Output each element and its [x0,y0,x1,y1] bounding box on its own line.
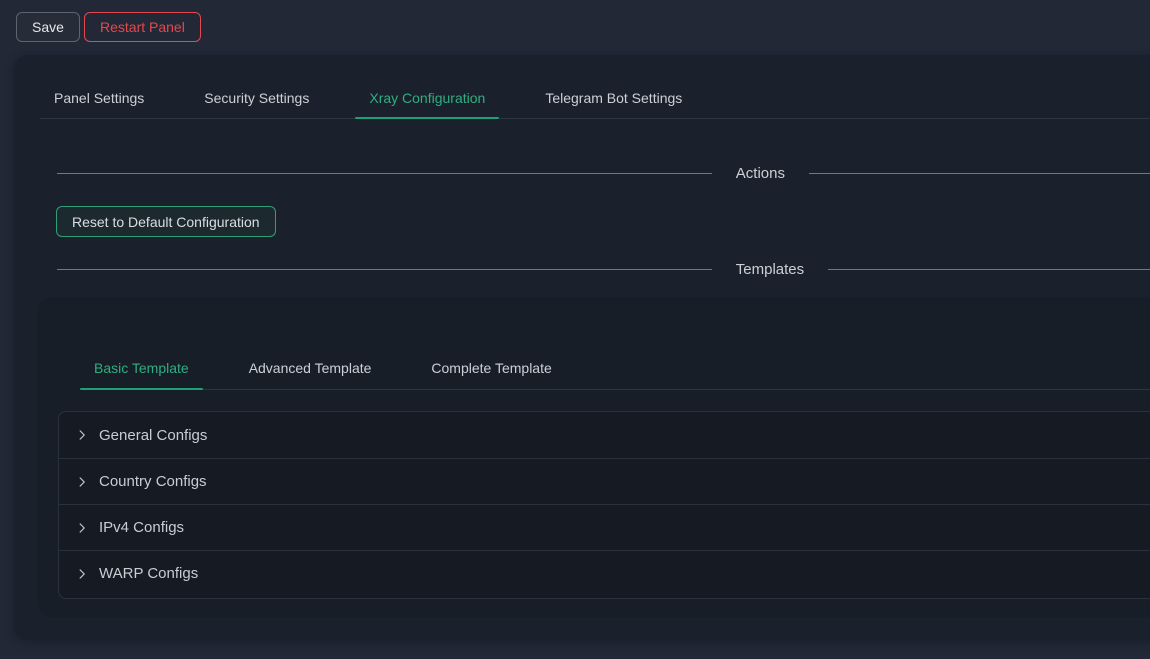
divider-line [57,269,712,270]
templates-card: Basic Template Advanced Template Complet… [37,297,1150,617]
actions-divider: Actions [57,159,1150,187]
divider-line [828,269,1150,270]
tab-telegram-bot-settings[interactable]: Telegram Bot Settings [531,77,696,118]
tab-xray-configuration[interactable]: Xray Configuration [355,77,499,118]
page: Save Restart Panel Panel Settings Securi… [0,0,1150,659]
collapse-label: WARP Configs [99,565,198,582]
divider-line [809,173,1150,174]
chevron-right-icon [76,429,88,441]
collapse-header-general-configs[interactable]: General Configs [59,412,1150,458]
collapse-label: IPv4 Configs [99,519,184,536]
tab-advanced-template[interactable]: Advanced Template [235,346,386,389]
collapse-header-country-configs[interactable]: Country Configs [59,458,1150,504]
chevron-right-icon [76,522,88,534]
collapse-header-warp-configs[interactable]: WARP Configs [59,550,1150,596]
templates-divider: Templates [57,255,1150,283]
tab-basic-template[interactable]: Basic Template [80,346,203,389]
chevron-right-icon [76,476,88,488]
tab-complete-template[interactable]: Complete Template [417,346,565,389]
tab-security-settings[interactable]: Security Settings [190,77,323,118]
divider-line [57,173,712,174]
settings-card: Panel Settings Security Settings Xray Co… [14,55,1150,640]
config-collapse-list: General Configs Country Configs IPv4 Con… [58,411,1150,599]
collapse-label: General Configs [99,427,207,444]
actions-divider-label: Actions [736,165,785,182]
collapse-label: Country Configs [99,473,207,490]
templates-divider-label: Templates [736,261,804,278]
tab-panel-settings[interactable]: Panel Settings [40,77,158,118]
chevron-right-icon [76,568,88,580]
reset-default-configuration-button[interactable]: Reset to Default Configuration [56,206,276,237]
settings-tabs: Panel Settings Security Settings Xray Co… [40,77,1150,119]
collapse-header-ipv4-configs[interactable]: IPv4 Configs [59,504,1150,550]
save-button[interactable]: Save [16,12,80,42]
top-action-bar: Save Restart Panel [0,0,1150,46]
restart-panel-button[interactable]: Restart Panel [84,12,201,42]
template-tabs: Basic Template Advanced Template Complet… [80,346,1150,390]
